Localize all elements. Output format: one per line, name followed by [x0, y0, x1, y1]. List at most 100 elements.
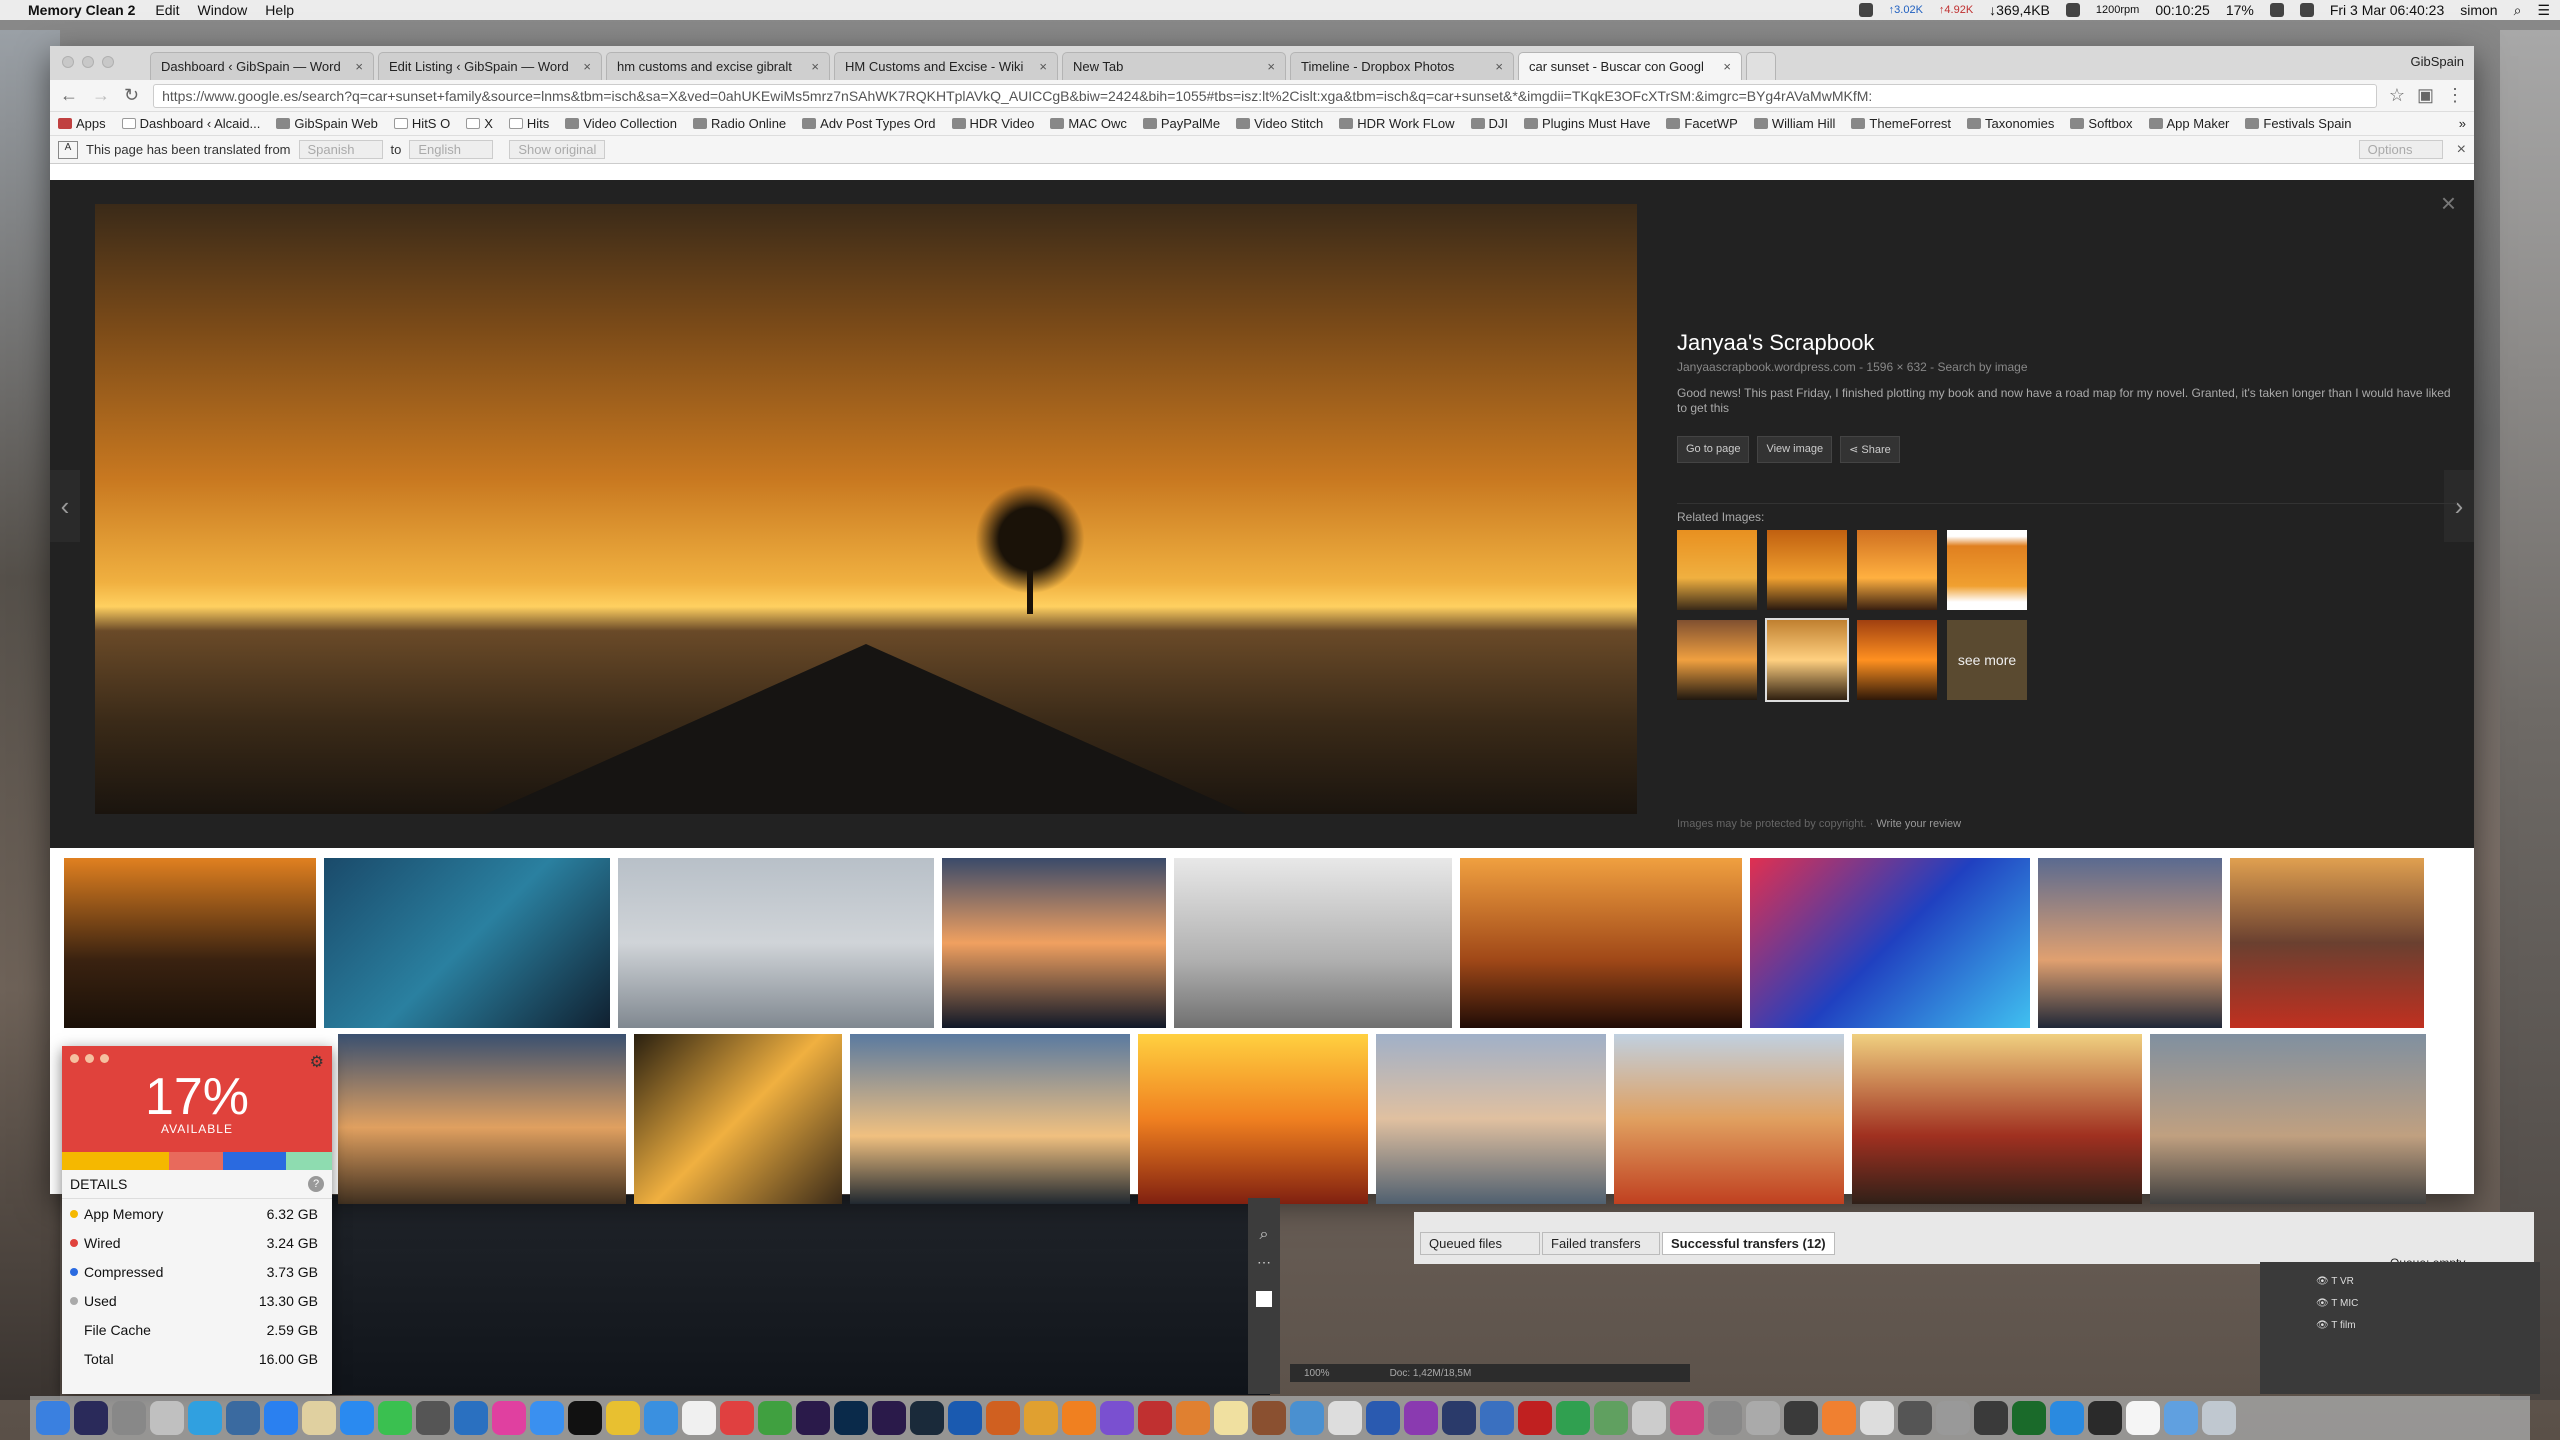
- close-tab-icon[interactable]: ×: [355, 59, 363, 74]
- bookmark-apps[interactable]: Apps: [58, 116, 106, 131]
- premiere-icon[interactable]: [872, 1401, 906, 1435]
- tab-car-sunset[interactable]: car sunset - Buscar con Googl ×: [1518, 52, 1742, 80]
- go-to-page-button[interactable]: Go to page: [1677, 436, 1750, 463]
- app-icon[interactable]: [1176, 1401, 1210, 1435]
- onepassword-icon[interactable]: [948, 1401, 982, 1435]
- tab-hm-customs-search[interactable]: hm customs and excise gibralt ×: [606, 52, 830, 80]
- view-image-button[interactable]: View image: [1757, 436, 1833, 463]
- close-tab-icon[interactable]: ×: [1495, 59, 1503, 74]
- app-icon[interactable]: [986, 1401, 1020, 1435]
- itunes-icon[interactable]: [492, 1401, 526, 1435]
- app-icon[interactable]: [416, 1401, 450, 1435]
- main-image[interactable]: [95, 204, 1637, 814]
- write-review-link[interactable]: Write your review: [1876, 818, 1961, 830]
- previous-image-arrow-icon[interactable]: ‹: [50, 470, 80, 542]
- close-viewer-icon[interactable]: ×: [2441, 188, 2456, 219]
- notification-icon[interactable]: ☰: [2537, 2, 2550, 19]
- result-thumbnail[interactable]: [634, 1034, 842, 1204]
- extension-icon[interactable]: ▣: [2417, 85, 2434, 106]
- app-icon[interactable]: [2088, 1401, 2122, 1435]
- app-name[interactable]: Memory Clean 2: [28, 2, 135, 18]
- close-widget-button[interactable]: [70, 1054, 79, 1063]
- app-icon[interactable]: [1252, 1401, 1286, 1435]
- tab-failed-transfers[interactable]: Failed transfers: [1542, 1232, 1660, 1255]
- bookmark-item[interactable]: Video Stitch: [1236, 116, 1323, 131]
- app-icon[interactable]: [1898, 1401, 1932, 1435]
- result-thumbnail[interactable]: [64, 858, 316, 1028]
- app-store-icon[interactable]: [264, 1401, 298, 1435]
- translate-from-select[interactable]: Spanish: [298, 140, 383, 159]
- skype-icon[interactable]: [188, 1401, 222, 1435]
- bookmark-item[interactable]: App Maker: [2148, 116, 2229, 131]
- app-icon[interactable]: [1632, 1401, 1666, 1435]
- teamviewer-icon[interactable]: [454, 1401, 488, 1435]
- vlc-icon[interactable]: [1062, 1401, 1096, 1435]
- related-image[interactable]: [1947, 530, 2027, 610]
- url-input[interactable]: https://www.google.es/search?q=car+sunse…: [153, 83, 2377, 108]
- menu-help[interactable]: Help: [265, 2, 294, 18]
- bookmark-item[interactable]: DJI: [1470, 116, 1508, 131]
- menu-window[interactable]: Window: [198, 2, 248, 18]
- bookmark-item[interactable]: Softbox: [2070, 116, 2133, 131]
- upwork-icon[interactable]: [758, 1401, 792, 1435]
- app-icon[interactable]: [226, 1401, 260, 1435]
- textedit-icon[interactable]: [682, 1401, 716, 1435]
- show-original-button[interactable]: Show original: [509, 140, 606, 159]
- menu-icon[interactable]: ⋮: [2446, 85, 2464, 106]
- zoom-window-button[interactable]: [102, 56, 114, 68]
- bookmark-item[interactable]: Radio Online: [693, 116, 786, 131]
- app-icon[interactable]: [2012, 1401, 2046, 1435]
- tab-dropbox[interactable]: Timeline - Dropbox Photos ×: [1290, 52, 1514, 80]
- bookmark-item[interactable]: HDR Video: [951, 116, 1034, 131]
- result-thumbnail[interactable]: [338, 1034, 626, 1204]
- bookmark-item[interactable]: HDR Work FLow: [1339, 116, 1455, 131]
- trash-icon[interactable]: [2202, 1401, 2236, 1435]
- chrome-icon[interactable]: [606, 1401, 640, 1435]
- result-thumbnail[interactable]: [850, 1034, 1130, 1204]
- tab-new-tab[interactable]: New Tab ×: [1062, 52, 1286, 80]
- bookmark-item[interactable]: Festivals Spain: [2245, 116, 2352, 131]
- tab-queued-files[interactable]: Queued files: [1420, 1232, 1540, 1255]
- tab-dashboard[interactable]: Dashboard ‹ GibSpain — Word ×: [150, 52, 374, 80]
- safari-icon[interactable]: [644, 1401, 678, 1435]
- result-thumbnail[interactable]: [2230, 858, 2424, 1028]
- result-thumbnail[interactable]: [618, 858, 934, 1028]
- app-icon[interactable]: [1442, 1401, 1476, 1435]
- tray-icon[interactable]: [1858, 3, 1873, 17]
- app-icon[interactable]: [1746, 1401, 1780, 1435]
- related-image[interactable]: [1677, 620, 1757, 700]
- new-tab-button[interactable]: [1746, 52, 1776, 80]
- app-icon[interactable]: [1594, 1401, 1628, 1435]
- notes-icon[interactable]: [302, 1401, 336, 1435]
- gear-icon[interactable]: ⚙: [310, 1052, 324, 1072]
- app-icon[interactable]: [1138, 1401, 1172, 1435]
- related-image-selected[interactable]: [1765, 618, 1849, 702]
- app-icon[interactable]: [1936, 1401, 1970, 1435]
- profile-name[interactable]: GibSpain: [2411, 54, 2464, 69]
- php-icon[interactable]: [1290, 1401, 1324, 1435]
- clock[interactable]: Fri 3 Mar 06:40:23: [2330, 2, 2444, 18]
- user-name[interactable]: simon: [2460, 2, 2497, 18]
- layer-row[interactable]: 👁 T MIC: [2316, 1298, 2540, 1320]
- bookmark-item[interactable]: William Hill: [1753, 116, 1835, 131]
- volume-icon[interactable]: [2299, 3, 2314, 17]
- bookmark-item[interactable]: Taxonomies: [1967, 116, 2054, 131]
- messenger-icon[interactable]: [340, 1401, 374, 1435]
- app-icon[interactable]: [1784, 1401, 1818, 1435]
- spotlight-icon[interactable]: ⌕: [2514, 2, 2522, 19]
- messages-icon[interactable]: [378, 1401, 412, 1435]
- close-tab-icon[interactable]: ×: [811, 59, 819, 74]
- bookmark-item[interactable]: Dashboard ‹ Alcaid...: [121, 116, 260, 131]
- wifi-icon[interactable]: [2269, 3, 2284, 17]
- app-icon[interactable]: [1670, 1401, 1704, 1435]
- system-prefs-icon[interactable]: [112, 1401, 146, 1435]
- bookmark-item[interactable]: Plugins Must Have: [1524, 116, 1650, 131]
- app-icon[interactable]: [1822, 1401, 1856, 1435]
- bookmark-item[interactable]: ThemeForrest: [1851, 116, 1951, 131]
- forward-icon[interactable]: →: [92, 85, 110, 106]
- result-thumbnail[interactable]: [1614, 1034, 1844, 1204]
- close-tab-icon[interactable]: ×: [1723, 59, 1731, 74]
- result-thumbnail[interactable]: [324, 858, 610, 1028]
- bookmark-item[interactable]: MAC Owc: [1050, 116, 1127, 131]
- bookmark-item[interactable]: FacetWP: [1666, 116, 1738, 131]
